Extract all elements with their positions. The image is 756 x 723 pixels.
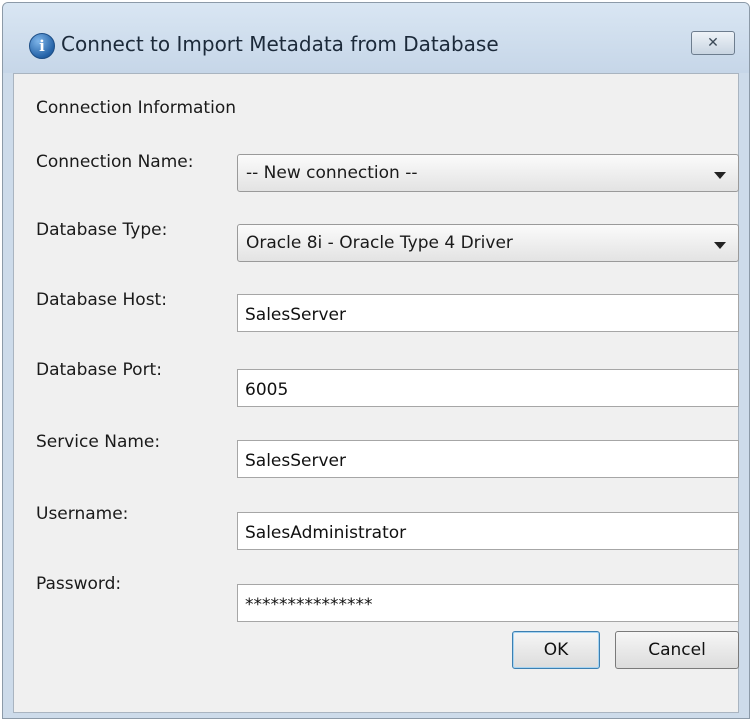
info-icon: i: [29, 33, 55, 59]
cancel-button[interactable]: Cancel: [615, 631, 739, 669]
password-label: Password:: [36, 574, 122, 594]
service-name-field[interactable]: [237, 440, 739, 478]
title-bar: i Connect to Import Metadata from Databa…: [3, 3, 749, 73]
database-port-input[interactable]: [238, 370, 738, 406]
connection-name-dropdown[interactable]: -- New connection --: [237, 154, 739, 192]
service-name-label: Service Name:: [36, 432, 161, 452]
database-host-label: Database Host:: [36, 290, 167, 310]
service-name-input[interactable]: [238, 441, 738, 477]
database-type-dropdown[interactable]: Oracle 8i - Oracle Type 4 Driver: [237, 224, 739, 262]
password-field[interactable]: [237, 584, 739, 622]
database-type-value: Oracle 8i - Oracle Type 4 Driver: [246, 233, 513, 253]
section-heading: Connection Information: [36, 98, 236, 118]
database-port-label: Database Port:: [36, 360, 162, 380]
database-host-field[interactable]: [237, 294, 739, 332]
password-input[interactable]: [238, 585, 738, 621]
database-host-input[interactable]: [238, 295, 738, 331]
ok-button[interactable]: OK: [512, 631, 600, 669]
username-input[interactable]: [238, 513, 738, 549]
connection-name-value: -- New connection --: [246, 163, 418, 183]
database-port-field[interactable]: [237, 369, 739, 407]
database-type-label: Database Type:: [36, 220, 168, 240]
chevron-down-icon: [714, 242, 726, 249]
dialog-body: Connection Information Connection Name: …: [13, 73, 739, 713]
username-label: Username:: [36, 504, 129, 524]
close-button[interactable]: ✕: [691, 31, 735, 55]
connection-name-label: Connection Name:: [36, 152, 194, 172]
username-field[interactable]: [237, 512, 739, 550]
dialog-window: i Connect to Import Metadata from Databa…: [2, 2, 750, 719]
dialog-title: Connect to Import Metadata from Database: [61, 32, 499, 56]
chevron-down-icon: [714, 172, 726, 179]
